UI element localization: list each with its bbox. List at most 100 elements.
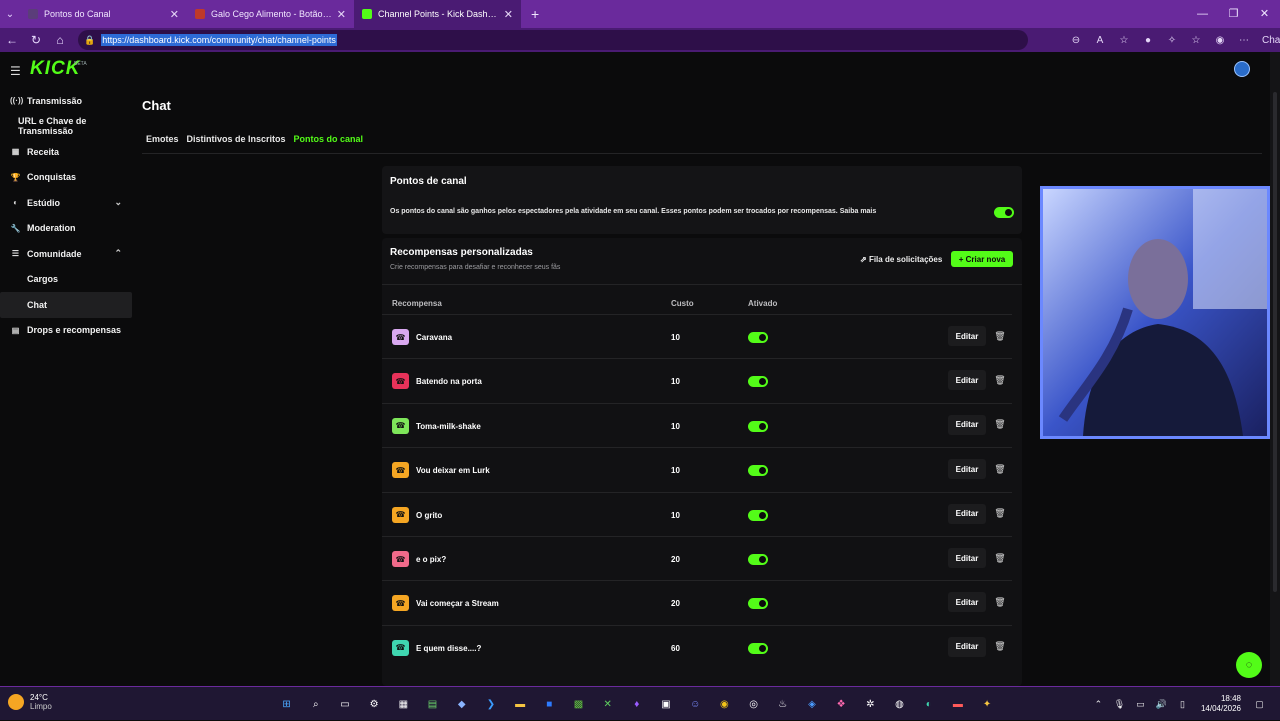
request-queue-button[interactable]: ⇗ Fila de solicitações: [860, 255, 942, 264]
kick-logo[interactable]: KICK: [30, 58, 80, 80]
reward-enabled-toggle[interactable]: [748, 332, 768, 343]
url-field[interactable]: 🔒 https://dashboard.kick.com/community/c…: [78, 30, 1028, 50]
subtab[interactable]: Emotes: [146, 134, 179, 154]
app-icon-2[interactable]: ■: [535, 694, 564, 714]
create-reward-button[interactable]: + Criar nova: [951, 251, 1013, 267]
file-explorer-icon[interactable]: ▬: [506, 694, 535, 714]
reward-enabled-toggle[interactable]: [748, 598, 768, 610]
user-avatar[interactable]: [1234, 61, 1250, 77]
sidebar-item[interactable]: URL e Chave de Transmissão: [0, 114, 132, 140]
favorites-icon[interactable]: ☆: [1184, 35, 1208, 46]
obs-icon[interactable]: ◎: [739, 694, 768, 714]
edit-reward-button[interactable]: Editar: [948, 503, 986, 524]
app-icon-5[interactable]: ✲: [856, 694, 885, 714]
chrome-icon[interactable]: ◉: [710, 694, 739, 714]
subtab[interactable]: Distintivos de Inscritos: [187, 134, 286, 154]
edit-reward-button[interactable]: Editar: [948, 636, 986, 657]
sidebar-item[interactable]: Chat: [0, 292, 132, 318]
edge-icon[interactable]: ◐: [914, 694, 943, 714]
delete-icon[interactable]: 🗑: [992, 370, 1008, 390]
refresh-icon[interactable]: ↻: [24, 33, 48, 47]
reward-enabled-toggle[interactable]: [748, 554, 768, 565]
new-tab-button[interactable]: +: [521, 6, 549, 22]
menu-icon[interactable]: ☰: [10, 64, 21, 78]
app-icon-3[interactable]: ▣: [651, 694, 680, 714]
chat-bubble-button[interactable]: ◌: [1236, 652, 1262, 678]
discord-icon[interactable]: ☺: [681, 694, 710, 714]
tab-close-icon[interactable]: ✕: [504, 8, 513, 21]
edit-reward-button[interactable]: Editar: [948, 592, 986, 613]
back-icon[interactable]: ←: [0, 33, 24, 47]
reward-enabled-toggle[interactable]: [748, 642, 768, 654]
copilot-chat-button[interactable]: Chat: [1256, 35, 1280, 46]
more-icon[interactable]: ⋯: [1232, 35, 1256, 46]
edit-reward-button[interactable]: Editar: [948, 459, 986, 480]
favorite-star-icon[interactable]: ☆: [1112, 35, 1136, 46]
app-icon-6[interactable]: ◍: [885, 694, 914, 714]
copilot-icon[interactable]: ❖: [827, 694, 856, 714]
read-aloud-icon[interactable]: A: [1088, 35, 1112, 46]
calculator-icon[interactable]: ▦: [389, 694, 418, 714]
delete-icon[interactable]: 🗑: [992, 637, 1008, 657]
vscode-icon[interactable]: ❯: [476, 694, 505, 714]
sidebar-item[interactable]: ((·)) Transmissão: [0, 88, 132, 114]
subtab[interactable]: Pontos do canal: [294, 134, 364, 154]
steam-icon[interactable]: ♨: [768, 694, 797, 714]
url-text[interactable]: https://dashboard.kick.com/community/cha…: [101, 34, 337, 46]
reward-enabled-toggle[interactable]: [748, 420, 768, 432]
page-scrollbar[interactable]: [1270, 52, 1280, 686]
edit-reward-button[interactable]: Editar: [948, 370, 986, 391]
close-window-icon[interactable]: ✕: [1249, 0, 1280, 28]
home-icon[interactable]: ⌂: [48, 33, 72, 47]
task-view-icon[interactable]: ▭: [330, 694, 359, 714]
profile-icon[interactable]: ◉: [1208, 35, 1232, 46]
sidebar-item[interactable]: ▦ Receita: [0, 139, 132, 165]
site-info-icon[interactable]: 🔒: [84, 35, 95, 46]
search-icon[interactable]: ⌕: [301, 694, 330, 714]
tray-overflow-icon[interactable]: ⌃: [1088, 699, 1109, 710]
tab-close-icon[interactable]: ✕: [170, 8, 179, 21]
reward-enabled-toggle[interactable]: [748, 376, 768, 388]
sidebar-item[interactable]: Cargos: [0, 267, 132, 293]
minecraft-icon[interactable]: ▩: [564, 694, 593, 714]
minimize-icon[interactable]: —: [1187, 0, 1218, 28]
sidebar-item[interactable]: 🏆 Conquistas: [0, 165, 132, 191]
app-icon-4[interactable]: ◈: [797, 694, 826, 714]
maximize-icon[interactable]: ❐: [1218, 0, 1249, 28]
delete-icon[interactable]: 🗑: [992, 326, 1008, 346]
volume-icon[interactable]: 🔊: [1151, 699, 1172, 710]
windows-start-icon[interactable]: ⊞: [272, 694, 301, 714]
delete-icon[interactable]: 🗑: [992, 415, 1008, 435]
notifications-icon[interactable]: ▢: [1249, 699, 1270, 710]
chevron-icon[interactable]: ⌄: [114, 197, 122, 208]
chevron-icon[interactable]: ⌃: [114, 248, 122, 259]
browser-tab[interactable]: Channel Points - Kick Dashboard ✕: [354, 0, 521, 28]
clock[interactable]: 18:48 14/04/2026: [1201, 694, 1241, 714]
delete-icon[interactable]: 🗑: [992, 504, 1008, 524]
delete-icon[interactable]: 🗑: [992, 548, 1008, 568]
reward-enabled-toggle[interactable]: [748, 465, 768, 477]
sidebar-item[interactable]: ▤ Drops e recompensas: [0, 318, 132, 344]
notepad-icon[interactable]: ▤: [418, 694, 447, 714]
edit-reward-button[interactable]: Editar: [948, 414, 986, 435]
sidebar-item[interactable]: ☰ Comunidade ⌃: [0, 241, 132, 267]
network-icon[interactable]: ▭: [1130, 699, 1151, 710]
tab-close-icon[interactable]: ✕: [337, 8, 346, 21]
channel-points-toggle[interactable]: [994, 207, 1014, 218]
sidebar-item[interactable]: ◐ Estúdio ⌄: [0, 190, 132, 216]
delete-icon[interactable]: 🗑: [992, 459, 1008, 479]
app-icon-7[interactable]: ▬: [943, 694, 972, 714]
reward-enabled-toggle[interactable]: [748, 509, 768, 521]
app-icon[interactable]: ◆: [447, 694, 476, 714]
zoom-icon[interactable]: ⊖: [1064, 35, 1088, 46]
extensions-puzzle-icon[interactable]: ✧: [1160, 35, 1184, 46]
browser-tab[interactable]: Pontos do Canal ✕: [20, 0, 187, 28]
weather-widget[interactable]: 24°C Limpo: [8, 693, 52, 711]
obsidian-icon[interactable]: ♦: [622, 694, 651, 714]
tab-actions-icon[interactable]: ⌄: [0, 0, 20, 28]
settings-icon[interactable]: ⚙: [360, 694, 389, 714]
edit-reward-button[interactable]: Editar: [948, 326, 986, 346]
browser-tab[interactable]: Galo Cego Alimento - Botão de el... ✕: [187, 0, 354, 28]
app-icon-8[interactable]: ✦: [973, 694, 1002, 714]
edit-reward-button[interactable]: Editar: [948, 548, 986, 568]
